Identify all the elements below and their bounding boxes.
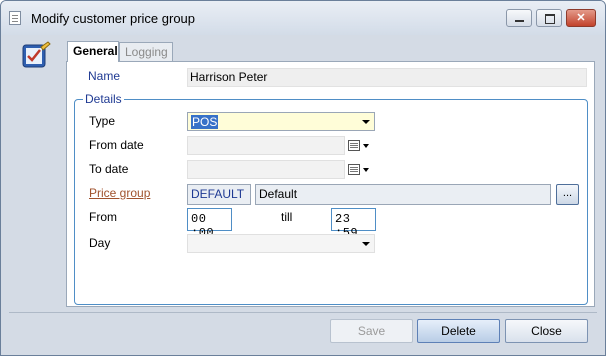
price-group-browse-button[interactable]: ... (556, 184, 579, 205)
chevron-down-icon[interactable] (363, 144, 369, 148)
to-date-field[interactable] (187, 160, 345, 179)
maximize-button[interactable] (536, 9, 562, 27)
tab-general[interactable]: General (67, 41, 119, 62)
price-group-code-field[interactable]: DEFAULT (187, 184, 251, 205)
name-label: Name (88, 69, 121, 83)
type-select[interactable]: POS (187, 112, 375, 131)
minimize-icon (515, 20, 524, 22)
from-date-field[interactable] (187, 136, 345, 155)
price-group-link[interactable]: Price group (89, 186, 150, 200)
chevron-down-icon[interactable] (363, 168, 369, 172)
footer-divider (9, 312, 597, 313)
close-button[interactable]: Close (505, 319, 588, 343)
chevron-down-icon[interactable] (362, 120, 370, 124)
details-group-label: Details (83, 92, 124, 106)
dialog-window: Modify customer price group ✕ General Lo… (0, 0, 606, 356)
price-group-name-field[interactable]: Default (255, 184, 551, 205)
day-label: Day (89, 236, 111, 250)
maximize-icon (545, 14, 555, 24)
type-selected-value: POS (191, 115, 219, 129)
till-time-label: till (281, 210, 293, 224)
from-time-input[interactable]: 00 :00 (187, 208, 232, 240)
type-label: Type (89, 114, 116, 128)
delete-button[interactable]: Delete (417, 319, 500, 343)
save-button[interactable]: Save (330, 319, 413, 343)
document-icon (9, 11, 21, 25)
calendar-icon[interactable] (348, 140, 360, 151)
to-date-label: To date (89, 162, 129, 176)
name-field[interactable]: Harrison Peter (187, 68, 587, 87)
window-title: Modify customer price group (31, 11, 196, 26)
from-date-label: From date (89, 138, 144, 152)
day-select[interactable] (187, 234, 375, 253)
minimize-button[interactable] (506, 9, 532, 27)
title-bar[interactable]: Modify customer price group ✕ (1, 1, 605, 35)
till-time-input[interactable]: 23 :59 (331, 208, 376, 240)
tab-logging[interactable]: Logging (119, 42, 173, 61)
close-window-button[interactable]: ✕ (566, 9, 596, 27)
checklist-edit-icon (22, 41, 51, 68)
from-time-label: From (89, 210, 117, 224)
chevron-down-icon[interactable] (362, 242, 370, 246)
calendar-icon[interactable] (348, 164, 360, 175)
